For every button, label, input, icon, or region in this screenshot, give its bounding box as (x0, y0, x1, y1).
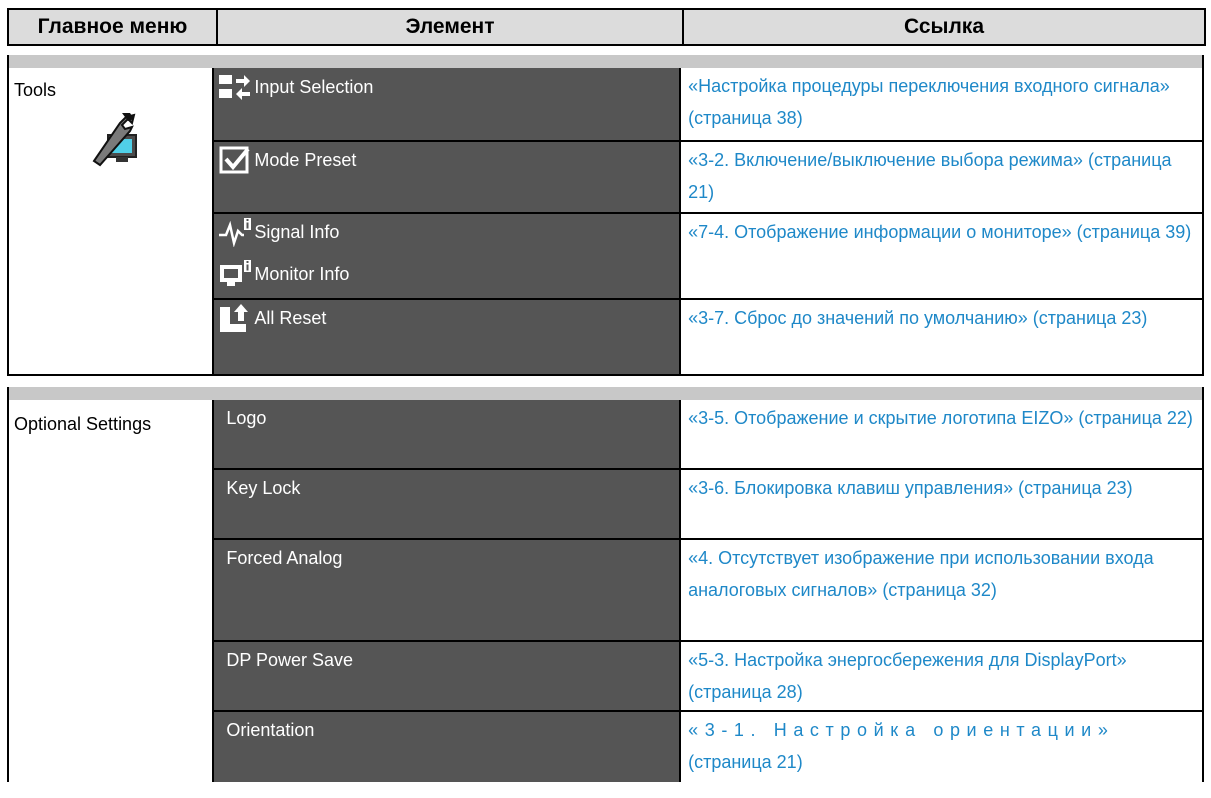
list-item: Forced Analog (213, 539, 682, 642)
input-switch-icon (219, 75, 251, 100)
section-band (8, 387, 1203, 400)
header-main-menu: Главное меню (7, 8, 218, 46)
checkbox-icon (219, 146, 250, 174)
optional-settings-section: Optional Settings Logo «3-5. Отображение… (7, 387, 1204, 782)
link-orientation-title: «3-1. Настройка ориентации» (688, 720, 1115, 740)
link-key-lock[interactable]: «3-6. Блокировка клавиш управления» (стр… (680, 469, 1203, 540)
item-label: Mode Preset (254, 149, 357, 170)
item-label: Signal Info (254, 221, 340, 242)
item-label: Orientation (226, 719, 315, 740)
list-item: Signal Info (213, 213, 682, 256)
header-item: Элемент (216, 8, 684, 46)
list-item: Key Lock (213, 469, 682, 540)
item-label: DP Power Save (226, 649, 354, 670)
link-forced-analog[interactable]: «4. Отсутствует изображение при использо… (680, 539, 1203, 642)
main-menu-tools: Tools (8, 68, 215, 375)
wrench-monitor-icon (92, 113, 137, 167)
list-item: DP Power Save (213, 641, 682, 712)
signal-wave-icon (219, 218, 252, 247)
tools-section: Tools Input Selection «Настройка процеду… (7, 55, 1204, 376)
item-label: All Reset (254, 307, 327, 328)
menu-reference-table: Главное меню Элемент Ссылка Tools Input … (7, 8, 1206, 782)
link-orientation[interactable]: «3-1. Настройка ориентации» (страница 21… (680, 711, 1203, 782)
header-link: Ссылка (682, 8, 1206, 46)
link-logo[interactable]: «3-5. Отображение и скрытие логотипа EIZ… (680, 400, 1203, 470)
list-item: Mode Preset (213, 141, 682, 214)
item-label: Monitor Info (254, 263, 350, 284)
item-label: Forced Analog (226, 547, 343, 568)
item-label: Logo (226, 407, 267, 428)
list-item: Monitor Info (213, 256, 682, 300)
link-signal-monitor-info[interactable]: «7-4. Отображение информации о мониторе»… (680, 213, 1203, 300)
item-label: Key Lock (226, 477, 301, 498)
list-item: All Reset (213, 299, 682, 375)
main-menu-optional-settings: Optional Settings (8, 400, 215, 782)
monitor-info-icon (220, 260, 252, 286)
main-menu-label: Tools (14, 80, 57, 100)
list-item: Orientation (213, 711, 682, 782)
link-mode-preset[interactable]: «3-2. Включение/выключение выбора режима… (680, 141, 1203, 214)
section-band (8, 55, 1203, 68)
reset-icon (220, 304, 249, 332)
link-dp-power-save[interactable]: «5-3. Настройка энергосбережения для Dis… (680, 641, 1203, 712)
link-all-reset[interactable]: «3-7. Сброс до значений по умолчанию» (с… (680, 299, 1203, 375)
item-label: Input Selection (254, 76, 374, 97)
list-item: Input Selection (213, 68, 682, 142)
link-orientation-page: (страница 21) (688, 752, 803, 772)
table-header: Главное меню Элемент Ссылка (7, 8, 1206, 46)
list-item: Logo (213, 400, 682, 470)
link-input-selection[interactable]: «Настройка процедуры переключения входно… (680, 68, 1203, 142)
